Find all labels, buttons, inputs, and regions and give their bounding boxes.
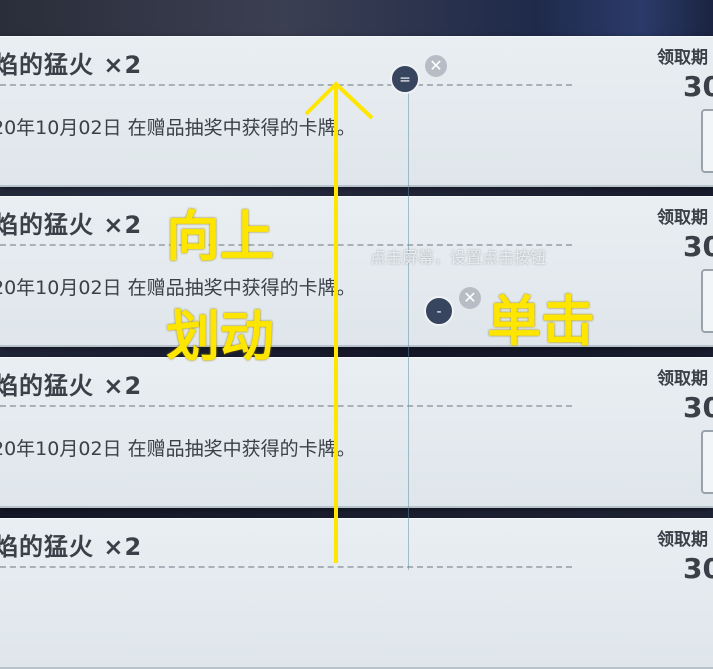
tap-hint: 点击屏幕，设置点击按钮 [370,248,547,267]
tap-point-button[interactable]: - [424,296,454,326]
swipe-up-arrow-icon [304,81,374,563]
tap-label: 单击 [487,290,595,353]
close-icon[interactable]: ✕ [459,287,481,309]
swipe-point-button[interactable]: = [390,64,420,94]
close-icon[interactable]: ✕ [425,55,447,77]
swipe-label-line2: 划动 [166,305,274,368]
swipe-label-line1: 向上 [166,205,274,268]
